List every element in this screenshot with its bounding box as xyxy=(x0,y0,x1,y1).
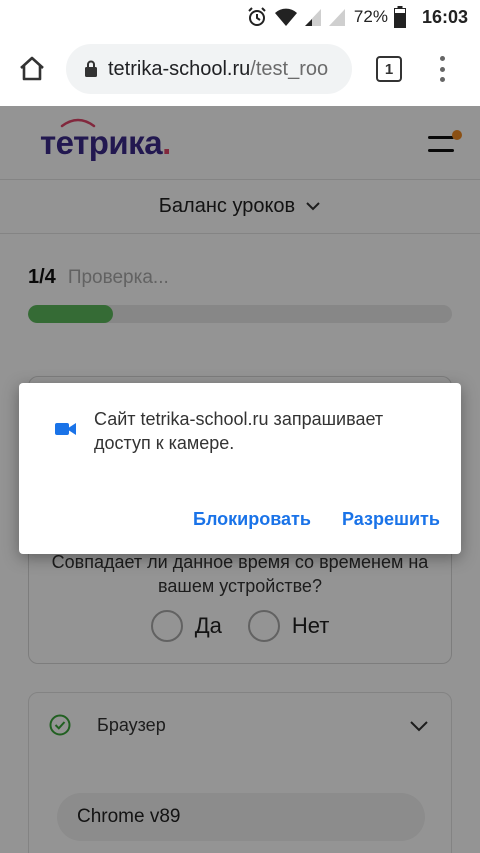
wifi-icon xyxy=(274,7,298,27)
camera-icon xyxy=(55,421,77,442)
signal-icon xyxy=(304,7,322,27)
more-icon-dot xyxy=(439,56,445,61)
tabs-button[interactable]: 1 xyxy=(376,56,402,82)
block-button[interactable]: Блокировать xyxy=(193,509,311,530)
more-icon-dot xyxy=(439,77,445,82)
signal-icon xyxy=(328,7,346,27)
url-text: tetrika-school.ru/test_roo xyxy=(108,58,328,81)
address-bar[interactable]: tetrika-school.ru/test_roo xyxy=(66,44,352,94)
url-path: /test_roo xyxy=(250,57,329,80)
more-menu-button[interactable] xyxy=(430,54,454,84)
camera-permission-dialog: Сайт tetrika-school.ru запрашивает досту… xyxy=(19,383,461,554)
status-bar: 72% 16:03 xyxy=(0,0,480,34)
allow-button[interactable]: Разрешить xyxy=(342,509,440,530)
clock: 16:03 xyxy=(421,6,468,27)
browser-toolbar: tetrika-school.ru/test_roo 1 xyxy=(0,34,480,106)
battery-icon xyxy=(393,6,406,28)
home-button[interactable] xyxy=(0,34,64,106)
battery-percent: 72% xyxy=(353,7,388,26)
home-icon xyxy=(18,55,46,86)
lock-icon xyxy=(84,60,98,78)
more-icon-dot xyxy=(439,66,445,72)
tab-count: 1 xyxy=(384,60,394,78)
dialog-message: Сайт tetrika-school.ru запрашивает досту… xyxy=(94,409,384,453)
url-host: tetrika-school.ru xyxy=(108,57,251,80)
alarm-icon xyxy=(246,6,268,28)
